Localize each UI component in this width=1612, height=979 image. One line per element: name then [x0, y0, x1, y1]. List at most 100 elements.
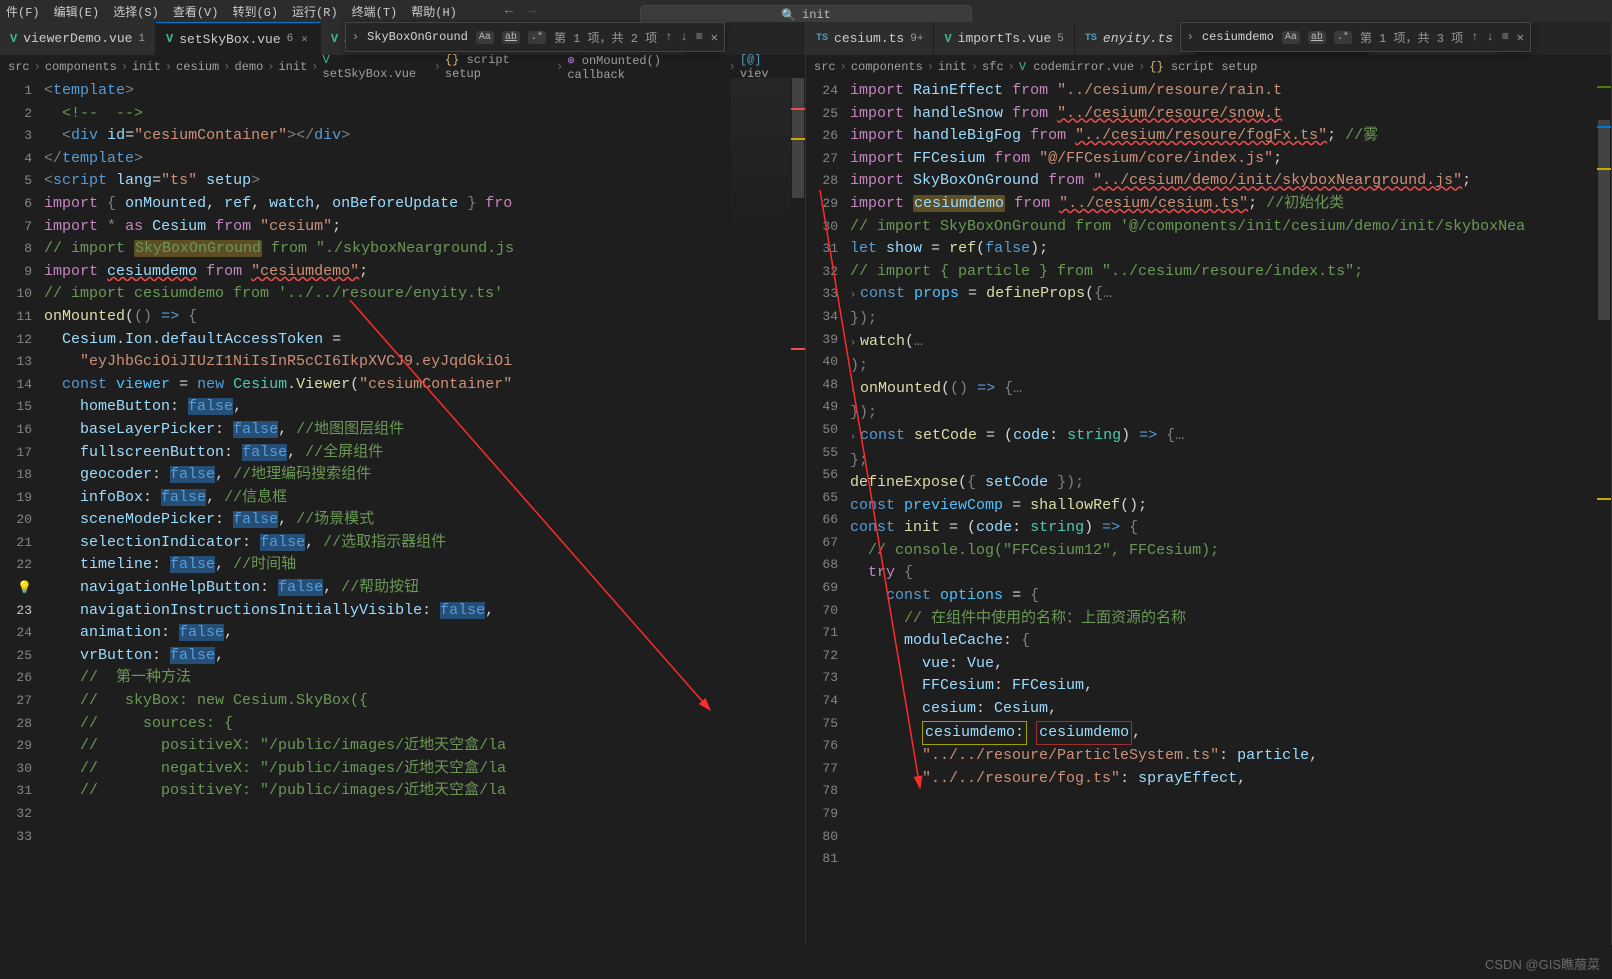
- find-word-icon[interactable]: ab: [502, 31, 520, 44]
- breadcrumb-item[interactable]: components: [851, 60, 923, 74]
- tab-importTs.vue[interactable]: V importTs.vue 5: [934, 22, 1074, 55]
- find-close-icon[interactable]: ✕: [1517, 30, 1524, 45]
- breadcrumb-item[interactable]: sfc: [982, 60, 1004, 74]
- code-line-12[interactable]: Cesium.Ion.defaultAccessToken =: [44, 329, 805, 352]
- breadcrumb-item[interactable]: {} script setup: [445, 53, 552, 81]
- code-line-50[interactable]: ›onMounted(() => {…: [850, 378, 1611, 403]
- code-line-77[interactable]: FFCesium: FFCesium,: [850, 675, 1611, 698]
- code-line-48[interactable]: );: [850, 355, 1611, 378]
- code-line-7[interactable]: import * as Cesium from "cesium";: [44, 216, 805, 239]
- code-line-3[interactable]: <div id="cesiumContainer"></div>: [44, 125, 805, 148]
- code-line-24[interactable]: navigationInstructionsInitiallyVisible: …: [44, 600, 805, 623]
- breadcrumb-item[interactable]: V setSkyBox.vue: [323, 53, 430, 81]
- breadcrumb-item[interactable]: src: [814, 60, 836, 74]
- code-line-32[interactable]: // negativeX: "/public/images/近地天空盒/la: [44, 758, 805, 781]
- code-line-6[interactable]: import { onMounted, ref, watch, onBefore…: [44, 193, 805, 216]
- code-area[interactable]: import RainEffect from "../cesium/resour…: [850, 80, 1611, 945]
- code-line-10[interactable]: // import cesiumdemo from '../../resoure…: [44, 283, 805, 306]
- find-prev-icon[interactable]: ↑: [665, 30, 672, 44]
- code-line-74[interactable]: // 在组件中使用的名称：上面资源的名称: [850, 608, 1611, 631]
- code-line-40[interactable]: ›watch(…: [850, 331, 1611, 356]
- code-line-34[interactable]: ›const props = defineProps({…: [850, 283, 1611, 308]
- breadcrumb-item[interactable]: [@] viev: [740, 53, 797, 81]
- code-line-9[interactable]: import cesiumdemo from "cesiumdemo";: [44, 261, 805, 284]
- breadcrumb-item[interactable]: init: [132, 60, 161, 74]
- find-term[interactable]: cesiumdemo: [1202, 30, 1274, 44]
- close-icon[interactable]: ✕: [299, 32, 310, 46]
- code-line-33[interactable]: // import { particle } from "../cesium/r…: [850, 261, 1611, 284]
- breadcrumb-item[interactable]: V codemirror.vue: [1019, 60, 1134, 74]
- menu-run[interactable]: 运行(R): [292, 3, 338, 20]
- code-line-32[interactable]: let show = ref(false);: [850, 238, 1611, 261]
- code-line-24[interactable]: import RainEffect from "../cesium/resour…: [850, 80, 1611, 103]
- code-line-16[interactable]: baseLayerPicker: false, //地图图层组件: [44, 419, 805, 442]
- code-line-70[interactable]: const init = (code: string) => {: [850, 517, 1611, 540]
- code-line-19[interactable]: infoBox: false, //信息框: [44, 487, 805, 510]
- find-prev-icon[interactable]: ↑: [1471, 30, 1478, 44]
- breadcrumb-right[interactable]: src›components›init›sfc›V codemirror.vue…: [806, 56, 1611, 78]
- code-line-65[interactable]: };: [850, 450, 1611, 473]
- code-line-76[interactable]: vue: Vue,: [850, 653, 1611, 676]
- code-line-28[interactable]: // 第一种方法: [44, 667, 805, 690]
- find-close-icon[interactable]: ✕: [711, 30, 718, 45]
- menu-file[interactable]: 件(F): [6, 3, 40, 20]
- tab-cesium.ts[interactable]: TS cesium.ts 9+: [806, 22, 934, 55]
- breadcrumb-item[interactable]: components: [45, 60, 117, 74]
- code-line-28[interactable]: import SkyBoxOnGround from "../cesium/de…: [850, 170, 1611, 193]
- code-line-18[interactable]: geocoder: false, //地理编码搜索组件: [44, 464, 805, 487]
- code-line-13[interactable]: "eyJhbGciOiJIUzI1NiIsInR5cCI6IkpXVCJ9.ey…: [44, 351, 805, 374]
- code-line-71[interactable]: // console.log("FFCesium12", FFCesium);: [850, 540, 1611, 563]
- scrollbar[interactable]: [791, 78, 805, 945]
- code-line-20[interactable]: sceneModePicker: false, //场景模式: [44, 509, 805, 532]
- find-widget-right[interactable]: › cesiumdemo Aa ab .* 第 1 项，共 3 项 ↑ ↓ ≡ …: [1180, 22, 1531, 52]
- breadcrumb-item[interactable]: demo: [234, 60, 263, 74]
- breadcrumb-left[interactable]: src›components›init›cesium›demo›init›V s…: [0, 56, 805, 78]
- code-line-11[interactable]: onMounted(() => {: [44, 306, 805, 329]
- menu-edit[interactable]: 编辑(E): [54, 3, 100, 20]
- find-next-icon[interactable]: ↓: [1486, 30, 1493, 44]
- code-line-21[interactable]: selectionIndicator: false, //选取指示器组件: [44, 532, 805, 555]
- code-line-26[interactable]: import handleBigFog from "../cesium/reso…: [850, 125, 1611, 148]
- code-area[interactable]: <template> <!-- --> <div id="cesiumConta…: [44, 80, 805, 945]
- code-line-23[interactable]: navigationHelpButton: false, //帮助按钮: [44, 577, 805, 600]
- code-line-8[interactable]: // import SkyBoxOnGround from "./skyboxN…: [44, 238, 805, 261]
- code-line-56[interactable]: ›const setCode = (code: string) => {…: [850, 425, 1611, 450]
- code-line-25[interactable]: import handleSnow from "../cesium/resour…: [850, 103, 1611, 126]
- menu-select[interactable]: 选择(S): [113, 3, 159, 20]
- code-line-33[interactable]: // positiveY: "/public/images/近地天空盒/la: [44, 780, 805, 803]
- menu-terminal[interactable]: 终端(T): [352, 3, 398, 20]
- nav-back[interactable]: ←: [505, 3, 513, 19]
- breadcrumb-item[interactable]: cesium: [176, 60, 219, 74]
- tab-viewerDemo.vue[interactable]: V viewerDemo.vue 1: [0, 22, 156, 55]
- find-toggle-icon[interactable]: ›: [1187, 30, 1194, 44]
- code-line-15[interactable]: homeButton: false,: [44, 396, 805, 419]
- tab-enyity.ts[interactable]: TS enyity.ts 2: [1075, 22, 1197, 55]
- code-line-5[interactable]: <script lang="ts" setup>: [44, 170, 805, 193]
- find-case-icon[interactable]: Aa: [1282, 31, 1300, 44]
- code-line-25[interactable]: animation: false,: [44, 622, 805, 645]
- code-line-69[interactable]: const previewComp = shallowRef();: [850, 495, 1611, 518]
- menu-view[interactable]: 查看(V): [173, 3, 219, 20]
- find-toggle-icon[interactable]: ›: [352, 30, 359, 44]
- editor-left[interactable]: 12345678910111213141516171819202122💡 232…: [0, 78, 805, 945]
- find-widget-left[interactable]: › SkyBoxOnGround Aa ab .* 第 1 项，共 2 项 ↑ …: [345, 22, 725, 52]
- code-line-31[interactable]: // positiveX: "/public/images/近地天空盒/la: [44, 735, 805, 758]
- breadcrumb-item[interactable]: src: [8, 60, 30, 74]
- breadcrumb-item[interactable]: init: [938, 60, 967, 74]
- code-line-81[interactable]: "../../resoure/fog.ts": sprayEffect,: [850, 768, 1611, 791]
- code-line-26[interactable]: vrButton: false,: [44, 645, 805, 668]
- code-line-29[interactable]: import cesiumdemo from "../cesium/cesium…: [850, 193, 1611, 216]
- find-case-icon[interactable]: Aa: [476, 31, 494, 44]
- code-line-30[interactable]: // import SkyBoxOnGround from '@/compone…: [850, 216, 1611, 239]
- find-regex-icon[interactable]: .*: [1334, 31, 1352, 44]
- nav-forward[interactable]: →: [527, 3, 535, 19]
- find-filter-icon[interactable]: ≡: [1502, 30, 1509, 44]
- minimap[interactable]: [731, 78, 791, 238]
- tab-setSkyBox.vue[interactable]: V setSkyBox.vue 6 ✕: [156, 22, 321, 55]
- scrollbar[interactable]: [1597, 78, 1611, 945]
- code-line-73[interactable]: const options = {: [850, 585, 1611, 608]
- code-line-55[interactable]: });: [850, 402, 1611, 425]
- code-line-39[interactable]: });: [850, 308, 1611, 331]
- code-line-17[interactable]: fullscreenButton: false, //全屏组件: [44, 442, 805, 465]
- breadcrumb-item[interactable]: {} script setup: [1149, 60, 1257, 74]
